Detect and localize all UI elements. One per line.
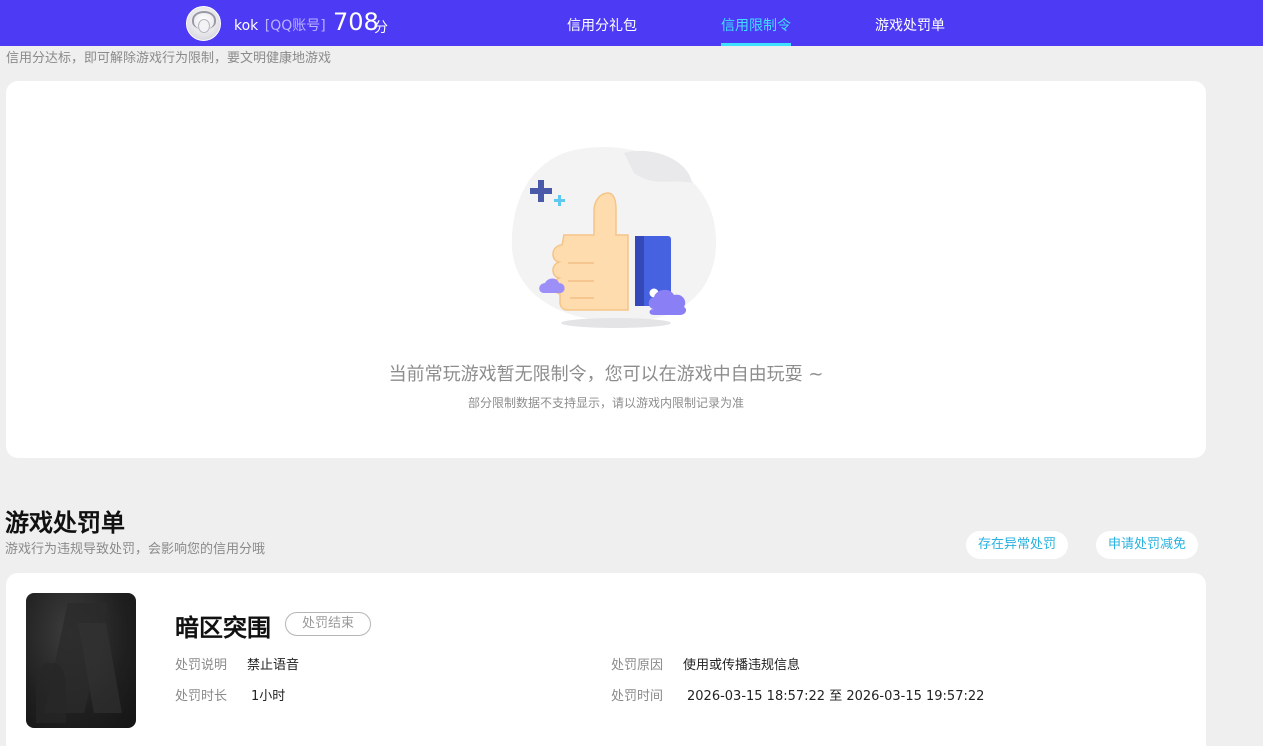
tab-game-punishment[interactable]: 游戏处罚单 [875,15,945,35]
active-tab-indicator [721,43,791,46]
section-title: 游戏处罚单 [5,509,125,537]
punishment-duration-label: 处罚时长 [175,689,228,704]
punishment-reason-label: 处罚原因 [611,658,664,673]
apply-reduction-button[interactable]: 申请处罚减免 [1096,531,1199,559]
punishment-time-label: 处罚时间 [611,689,664,704]
thumbs-up-illustration [511,146,717,328]
restriction-card: 当前常玩游戏暂无限制令，您可以在游戏中自由玩耍 ~ 部分限制数据不支持显示，请以… [6,81,1206,458]
tab-credit-restriction[interactable]: 信用限制令 [721,15,791,35]
punishment-card[interactable]: 暗区突围 处罚结束 处罚说明 禁止语音 处罚时长 1小时 处罚原因 使用或传播违… [6,573,1206,746]
empty-state-note: 部分限制数据不支持显示，请以游戏内限制记录为准 [467,396,744,410]
punishment-desc-label: 处罚说明 [175,658,228,673]
punishment-reason-value: 使用或传播违规信息 [683,658,801,673]
username-text: kok [234,18,259,34]
page-subtitle: 信用分达标，即可解除游戏行为限制，要文明健康地游戏 [6,51,332,66]
credit-score: 708 [333,8,379,36]
report-abnormal-button[interactable]: 存在异常处罚 [966,531,1069,559]
user-avatar[interactable] [186,6,221,41]
top-nav-bar: kok [QQ账号] 708 分 信用分礼包 信用限制令 游戏处罚单 [0,0,1263,46]
game-cover-image [26,593,136,728]
game-title: 暗区突围 [175,614,271,642]
username: kok [QQ账号] [234,15,326,35]
credit-score-unit: 分 [374,20,388,36]
punishment-time-value: 2026-03-15 18:57:22 至 2026-03-15 19:57:2… [687,689,985,704]
account-type: [QQ账号] [264,18,326,34]
status-badge: 处罚结束 [285,612,371,636]
punishment-desc-value: 禁止语音 [247,658,300,673]
empty-state-message: 当前常玩游戏暂无限制令，您可以在游戏中自由玩耍 ~ [388,364,824,385]
punishment-duration-value: 1小时 [251,689,286,704]
tab-credit-gift[interactable]: 信用分礼包 [567,15,637,35]
section-description: 游戏行为违规导致处罚，会影响您的信用分哦 [5,542,266,557]
